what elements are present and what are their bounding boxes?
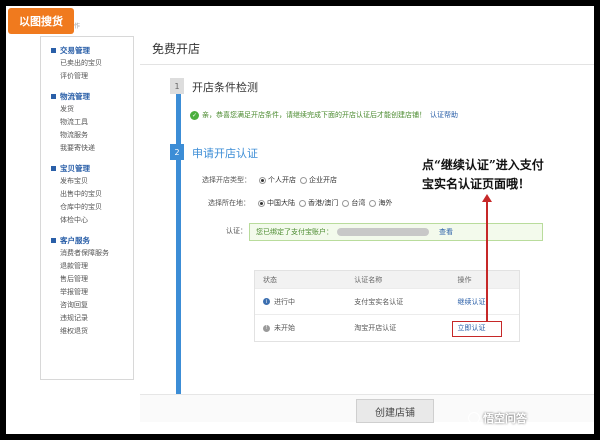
sidebar-item-express[interactable]: 我要寄快递 — [51, 142, 133, 155]
step-title-apply-auth: 申请开店认证 — [192, 147, 258, 160]
main-content: 免费开店 1 开店条件检测 ✓ 亲，恭喜您满足开店条件，请继续完成下面的开店认证… — [140, 30, 594, 423]
square-bullet-icon — [51, 47, 56, 53]
auth-label-row: 认证： — [226, 226, 251, 236]
sidebar-section-service: 客户服务 消费者保障服务 退款管理 售后管理 举报管理 咨询回复 违规记录 维权… — [51, 233, 133, 338]
sidebar-item-returns[interactable]: 维权退货 — [51, 325, 133, 338]
sidebar-section-logistics: 物流管理 发货 物流工具 物流服务 我要寄快递 — [51, 89, 133, 155]
annotation-text: 点“继续认证”进入支付 宝实名认证页面哦！ — [422, 156, 544, 194]
sidebar-item-refunds[interactable]: 退款管理 — [51, 260, 133, 273]
radio-hk-macau[interactable] — [299, 199, 306, 207]
radio-enterprise-shop[interactable] — [300, 176, 307, 184]
watermark: 悟空问答 — [468, 410, 527, 426]
square-bullet-icon — [51, 93, 56, 99]
auth-label: 认证： — [226, 227, 247, 235]
sidebar-item-logistics-service[interactable]: 物流服务 — [51, 129, 133, 142]
sidebar-item-after-sales[interactable]: 售后管理 — [51, 273, 133, 286]
status-text: 进行中 — [274, 297, 295, 306]
title-divider — [140, 64, 594, 65]
annotation-arrow-line — [486, 200, 488, 321]
table-header: 状态 认证名称 操作 — [255, 271, 519, 289]
step-title-condition-check: 开店条件检测 — [192, 81, 258, 94]
square-bullet-icon — [51, 165, 56, 171]
radio-taiwan[interactable] — [342, 199, 350, 207]
sidebar-item-publish[interactable]: 发布宝贝 — [51, 175, 133, 188]
sidebar-heading-trade[interactable]: 交易管理 — [51, 43, 133, 57]
row-auth-name: 淘宝开店认证 — [354, 324, 397, 332]
region-label: 选择所在地： — [208, 199, 250, 207]
view-account-link[interactable]: 查看 — [439, 227, 453, 237]
step-timeline — [176, 94, 181, 402]
image-search-badge[interactable]: 以图搜货 — [8, 8, 74, 34]
sidebar-item-ship[interactable]: 发货 — [51, 103, 133, 116]
auth-status-box: 您已绑定了支付宝账户： 查看 — [249, 223, 543, 241]
sidebar-item-logistics-tools[interactable]: 物流工具 — [51, 116, 133, 129]
sidebar-item-warehouse[interactable]: 仓库中的宝贝 — [51, 201, 133, 214]
sidebar-item-inquiries[interactable]: 咨询回复 — [51, 299, 133, 312]
sidebar: 交易管理 已卖出的宝贝 评价管理 物流管理 发货 物流工具 物流服务 我要寄快递… — [40, 36, 134, 380]
radio-overseas[interactable] — [369, 199, 377, 207]
sidebar-heading-label: 物流管理 — [60, 91, 90, 101]
masked-account — [337, 228, 429, 236]
radio-personal-shop[interactable] — [259, 176, 266, 184]
sidebar-heading-label: 交易管理 — [60, 45, 90, 55]
warning-icon: ! — [263, 324, 270, 332]
wukong-logo-icon — [468, 412, 480, 424]
check-message-text: 亲，恭喜您满足开店条件，请继续完成下面的开店认证后才能创建店铺！ — [202, 111, 426, 119]
radio-label-enterprise: 企业开店 — [309, 176, 337, 184]
sidebar-item-on-sale[interactable]: 出售中的宝贝 — [51, 188, 133, 201]
annotation-line-2: 宝实名认证页面哦！ — [422, 177, 531, 191]
header-status: 状态 — [263, 275, 277, 284]
badge-overflow-text: 作 — [74, 23, 81, 30]
sidebar-heading-logistics[interactable]: 物流管理 — [51, 89, 133, 103]
page-title: 免费开店 — [152, 42, 201, 56]
sidebar-item-reviews[interactable]: 评价管理 — [51, 70, 133, 83]
watermark-text: 悟空问答 — [483, 412, 527, 425]
radio-mainland[interactable] — [258, 199, 265, 207]
arrow-up-icon — [482, 194, 492, 202]
sidebar-heading-items[interactable]: 宝贝管理 — [51, 161, 133, 175]
create-shop-button[interactable]: 创建店铺 — [356, 399, 434, 423]
sidebar-heading-label: 宝贝管理 — [60, 163, 90, 173]
sidebar-item-checkup[interactable]: 体检中心 — [51, 214, 133, 227]
step-number-2: 2 — [170, 144, 184, 160]
info-icon: i — [263, 298, 270, 305]
step-number-1: 1 — [170, 78, 184, 94]
continue-auth-link[interactable]: 继续认证 — [457, 297, 519, 307]
header-action: 操作 — [457, 275, 472, 284]
auth-help-link[interactable]: 认证帮助 — [430, 110, 458, 120]
sidebar-item-protection[interactable]: 消费者保障服务 — [51, 247, 133, 260]
sidebar-heading-label: 客户服务 — [60, 235, 90, 245]
status-text: 未开始 — [274, 324, 295, 332]
auth-bound-text: 您已绑定了支付宝账户： — [256, 228, 333, 236]
shop-type-label: 选择开店类型： — [202, 176, 251, 184]
check-icon: ✓ — [190, 110, 199, 120]
sidebar-item-reports[interactable]: 举报管理 — [51, 286, 133, 299]
sidebar-section-items: 宝贝管理 发布宝贝 出售中的宝贝 仓库中的宝贝 体检中心 — [51, 161, 133, 227]
square-bullet-icon — [51, 237, 56, 243]
sidebar-section-trade: 交易管理 已卖出的宝贝 评价管理 — [51, 43, 133, 83]
row-status: ! 未开始 — [255, 323, 354, 333]
sidebar-heading-service[interactable]: 客户服务 — [51, 233, 133, 247]
sidebar-item-violations[interactable]: 违规记录 — [51, 312, 133, 325]
row-auth-name: 支付宝实名认证 — [354, 297, 404, 306]
radio-label-taiwan: 台湾 — [351, 199, 366, 207]
shop-type-row: 选择开店类型： 个人开店 企业开店 — [202, 175, 337, 185]
row-status: i 进行中 — [255, 297, 354, 307]
radio-label-personal: 个人开店 — [268, 176, 296, 184]
condition-check-message: ✓ 亲，恭喜您满足开店条件，请继续完成下面的开店认证后才能创建店铺！ 认证帮助 — [190, 110, 458, 120]
screenshot-frame: 交易管理 已卖出的宝贝 评价管理 物流管理 发货 物流工具 物流服务 我要寄快递… — [6, 6, 594, 434]
region-row: 选择所在地： 中国大陆 香港/澳门 台湾 海外 — [208, 198, 392, 208]
sidebar-item-sold[interactable]: 已卖出的宝贝 — [51, 57, 133, 70]
highlight-box — [452, 321, 502, 337]
header-auth-name: 认证名称 — [354, 275, 383, 284]
table-row: i 进行中 支付宝实名认证 继续认证 — [255, 289, 519, 315]
radio-label-mainland: 中国大陆 — [267, 199, 295, 207]
radio-label-overseas: 海外 — [378, 199, 393, 207]
radio-label-hk-macau: 香港/澳门 — [308, 199, 339, 207]
annotation-line-1: 点“继续认证”进入支付 — [422, 158, 544, 172]
